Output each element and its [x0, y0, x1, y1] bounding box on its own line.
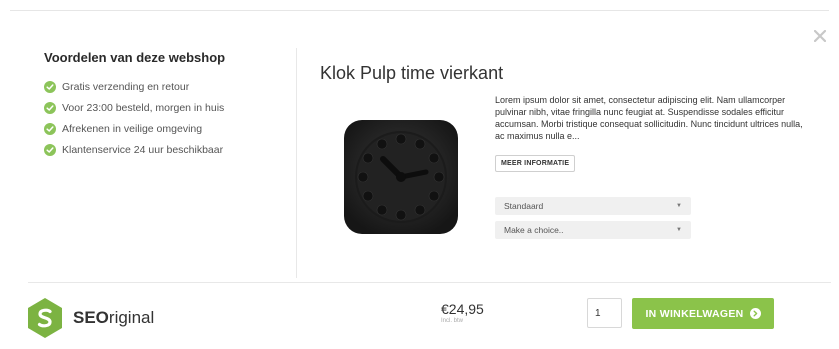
benefit-label: Afrekenen in veilige omgeving	[62, 122, 203, 135]
product-title: Klok Pulp time vierkant	[320, 63, 504, 83]
product-description: Lorem ipsum dolor sit amet, consectetur …	[495, 95, 803, 141]
quantity-input[interactable]: 1	[587, 298, 622, 328]
benefit-item: Klantenservice 24 uur beschikbaar	[44, 139, 284, 160]
variant-select-value: Standaard	[504, 201, 544, 211]
add-to-cart-button[interactable]: IN WINKELWAGEN	[632, 298, 774, 329]
option-select[interactable]: Make a choice.. ▼	[495, 221, 691, 239]
product-image	[336, 112, 466, 242]
logo-text-bold: SEO	[73, 308, 109, 327]
option-select-value: Make a choice..	[504, 225, 564, 235]
logo-mark-icon	[28, 298, 62, 338]
benefit-item: Afrekenen in veilige omgeving	[44, 118, 284, 139]
product-price: €24,95	[441, 301, 484, 317]
more-info-button[interactable]: MEER INFORMATIE	[495, 155, 576, 172]
logo-text-rest: riginal	[108, 308, 155, 327]
price-note: Incl. btw	[441, 318, 464, 324]
check-icon	[44, 80, 56, 93]
benefit-item: Voor 23:00 besteld, morgen in huis	[44, 97, 284, 118]
benefits-panel: Voordelen van deze webshop Gratis verzen…	[44, 50, 284, 160]
footer-divider	[28, 282, 831, 283]
check-icon	[44, 101, 56, 114]
logo-text: SEOriginal	[73, 308, 154, 328]
vertical-divider	[296, 48, 297, 278]
logo: SEOriginal	[27, 297, 154, 339]
chevron-down-icon: ▼	[676, 203, 682, 209]
chevron-down-icon: ▼	[676, 227, 682, 233]
variant-select[interactable]: Standaard ▼	[495, 197, 691, 215]
benefits-title: Voordelen van deze webshop	[44, 50, 226, 65]
benefit-label: Klantenservice 24 uur beschikbaar	[62, 143, 224, 156]
check-icon	[44, 122, 56, 135]
benefit-label: Voor 23:00 besteld, morgen in huis	[62, 101, 225, 114]
arrow-right-circle-icon	[749, 308, 761, 319]
benefit-label: Gratis verzending en retour	[62, 80, 190, 93]
add-to-cart-label: IN WINKELWAGEN	[645, 307, 744, 320]
close-icon[interactable]	[814, 30, 830, 46]
benefit-item: Gratis verzending en retour	[44, 76, 284, 97]
check-icon	[44, 143, 56, 156]
